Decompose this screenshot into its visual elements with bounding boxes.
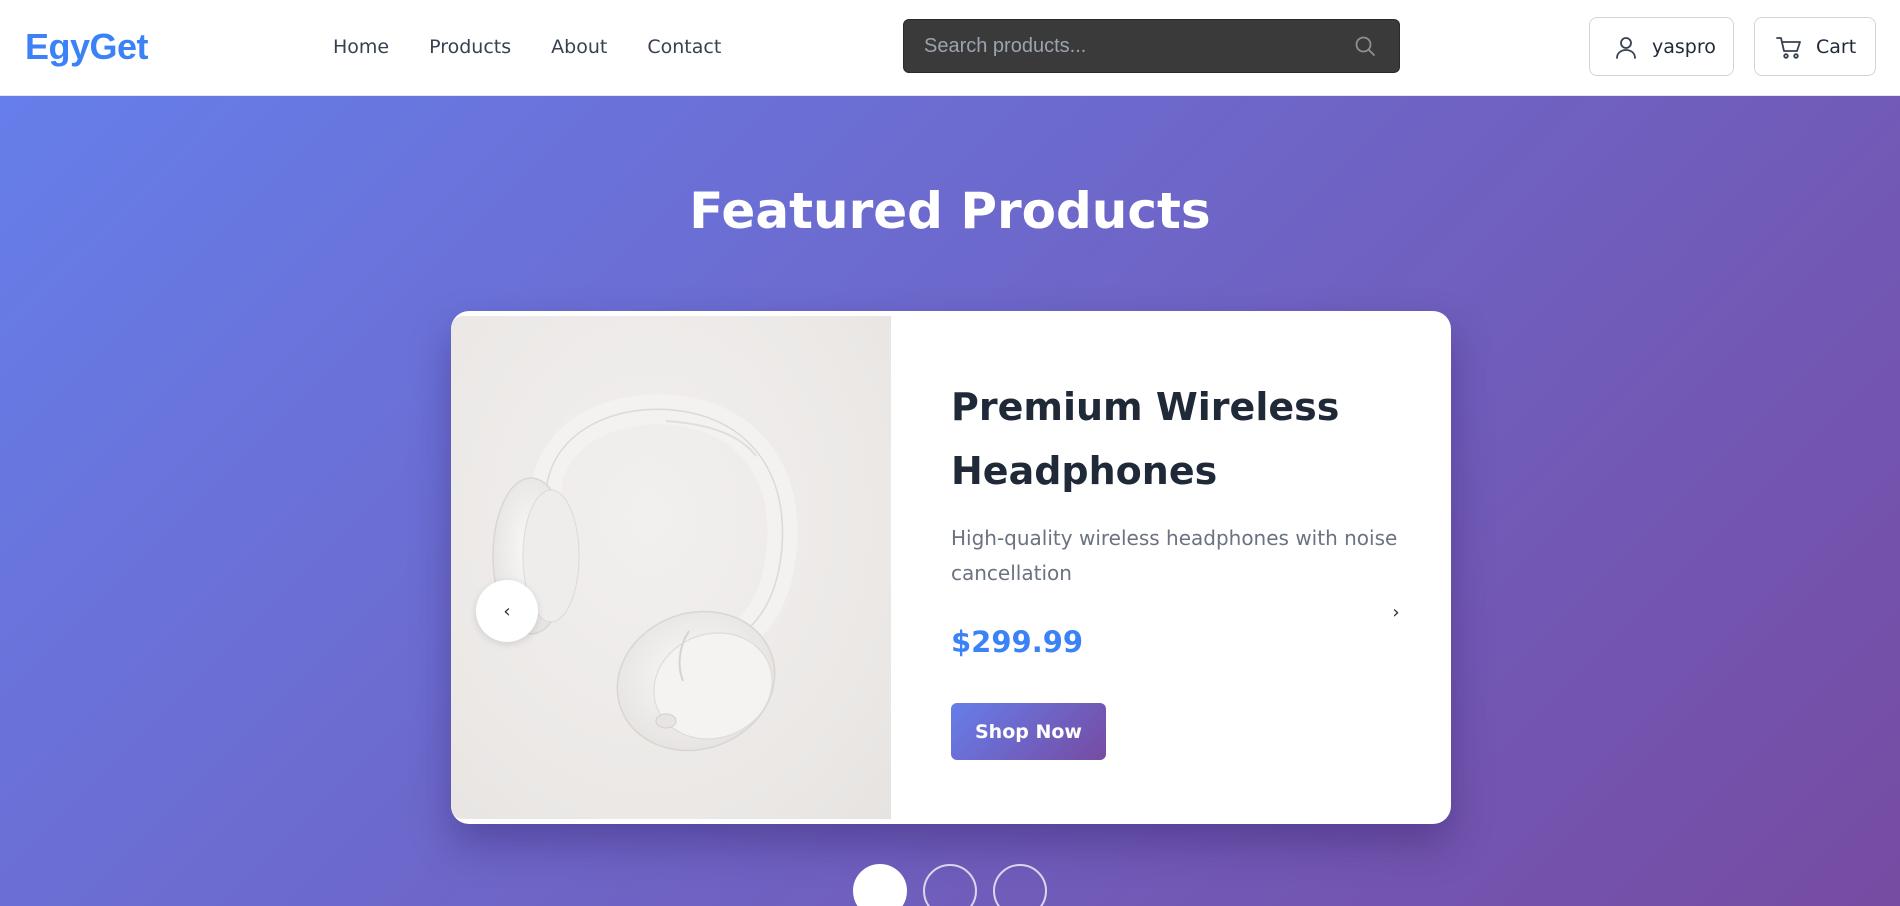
search-input[interactable] bbox=[904, 20, 1399, 72]
cart-button[interactable]: Cart bbox=[1754, 17, 1876, 76]
nav-link-contact[interactable]: Contact bbox=[647, 36, 721, 58]
user-name-label: yaspro bbox=[1652, 36, 1716, 58]
carousel-dot-1[interactable] bbox=[853, 864, 907, 906]
carousel-dot-2[interactable] bbox=[923, 864, 977, 906]
product-price: $299.99 bbox=[951, 625, 1084, 659]
hero-section: Featured Products Premium Wireless Headp… bbox=[0, 96, 1900, 906]
site-logo[interactable]: EgyGet bbox=[25, 26, 149, 68]
nav-link-products[interactable]: Products bbox=[429, 36, 511, 58]
chevron-left-icon: ‹ bbox=[503, 600, 511, 622]
chevron-right-icon: › bbox=[1392, 601, 1400, 623]
carousel-indicators bbox=[853, 864, 1063, 906]
product-description: High-quality wireless headphones with no… bbox=[951, 526, 1398, 585]
product-title: Premium Wireless Headphones bbox=[951, 385, 1340, 493]
product-image bbox=[451, 316, 891, 819]
top-header: EgyGet Home Products About Contact yaspr… bbox=[0, 0, 1900, 96]
shop-now-button[interactable]: Shop Now bbox=[951, 703, 1106, 760]
main-nav: Home Products About Contact bbox=[333, 36, 761, 58]
user-icon bbox=[1612, 34, 1640, 62]
nav-link-about[interactable]: About bbox=[551, 36, 607, 58]
cart-label: Cart bbox=[1816, 36, 1857, 58]
cart-icon bbox=[1775, 34, 1803, 62]
headphones-illustration bbox=[492, 394, 798, 752]
search-icon[interactable] bbox=[1353, 34, 1377, 58]
featured-product-card: Premium Wireless Headphones High-quality… bbox=[451, 311, 1451, 824]
carousel-next-button[interactable]: › bbox=[1381, 597, 1411, 627]
carousel-prev-button[interactable]: ‹ bbox=[476, 580, 538, 642]
user-account-button[interactable]: yaspro bbox=[1589, 17, 1734, 76]
nav-link-home[interactable]: Home bbox=[333, 36, 389, 58]
search-bar bbox=[903, 19, 1400, 73]
hero-title: Featured Products bbox=[689, 182, 1211, 240]
carousel-dot-3[interactable] bbox=[993, 864, 1047, 906]
